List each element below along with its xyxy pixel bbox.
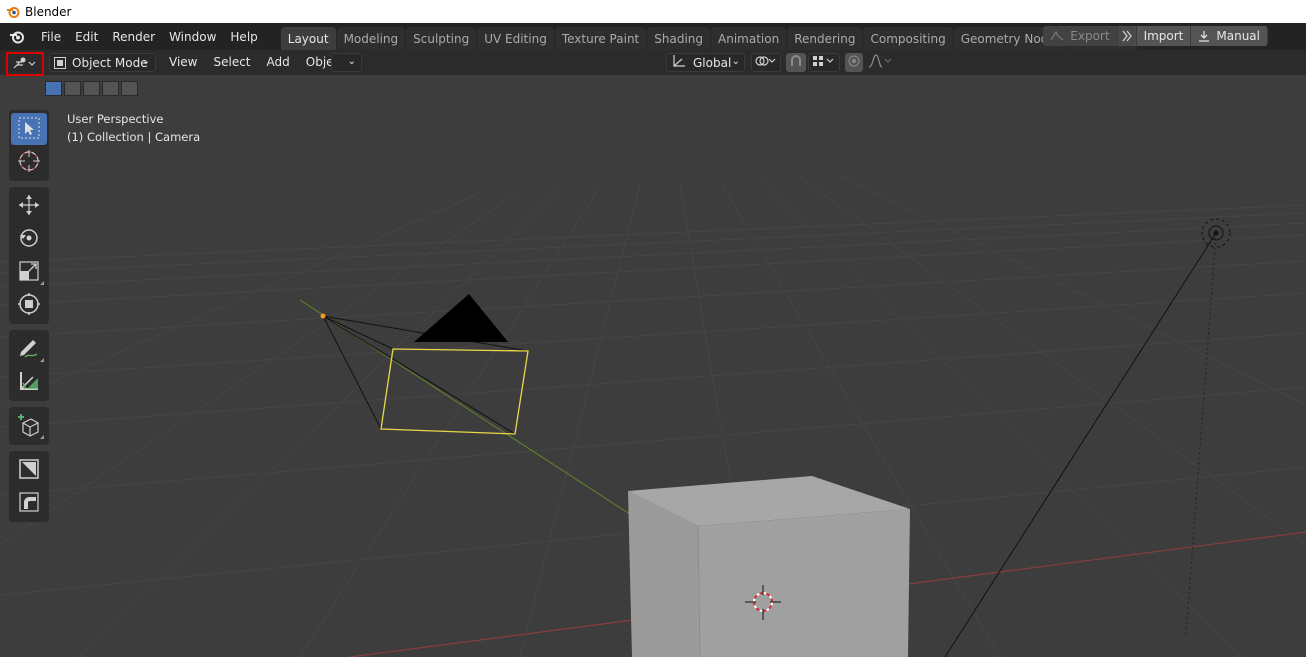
measure-icon bbox=[17, 369, 41, 396]
perspective-label: User Perspective bbox=[67, 112, 164, 126]
scale-tool[interactable] bbox=[11, 256, 47, 288]
snap-toggle[interactable] bbox=[786, 53, 806, 72]
window-titlebar: Blender bbox=[0, 0, 1306, 23]
scale-cage-tool[interactable] bbox=[11, 454, 47, 486]
mode-select[interactable]: Object Mode ⌄ bbox=[49, 53, 156, 72]
add-cube-icon bbox=[17, 413, 41, 440]
chevron-down-icon: ⌄ bbox=[141, 56, 150, 67]
import-arrow-icon bbox=[1117, 26, 1137, 46]
magnet-icon bbox=[789, 54, 803, 71]
select-menu[interactable]: Select bbox=[205, 53, 258, 72]
export-label: Export bbox=[1070, 29, 1110, 43]
select-subtract-icon[interactable] bbox=[83, 81, 100, 96]
export-button[interactable]: Export bbox=[1043, 26, 1118, 46]
import-label: Import bbox=[1143, 29, 1184, 43]
tab-sculpting[interactable]: Sculpting bbox=[406, 27, 477, 50]
download-icon bbox=[1198, 30, 1210, 42]
grid-snap-icon bbox=[811, 54, 837, 71]
shear-tool[interactable] bbox=[11, 487, 47, 519]
light-ground-line bbox=[1185, 232, 1217, 636]
add-menu[interactable]: Add bbox=[259, 53, 298, 72]
3d-viewport-icon bbox=[12, 56, 38, 73]
tab-shading[interactable]: Shading bbox=[647, 27, 710, 50]
falloff-button[interactable] bbox=[866, 53, 894, 72]
transform-orientation-select[interactable]: Global ⌄ bbox=[666, 53, 745, 72]
chevron-down-icon: ⌄ bbox=[347, 56, 356, 67]
transform-icon bbox=[17, 292, 41, 319]
menu-file[interactable]: File bbox=[34, 26, 68, 48]
tool-shelf bbox=[9, 110, 49, 528]
select-new-icon[interactable] bbox=[45, 81, 62, 96]
add-cube-tool[interactable] bbox=[11, 410, 47, 442]
transform-tool[interactable] bbox=[11, 289, 47, 321]
measure-tool[interactable] bbox=[11, 366, 47, 398]
top-menu-bar: File Edit Render Window Help Layout Mode… bbox=[0, 23, 1306, 50]
rotate-icon bbox=[17, 226, 41, 253]
export-icon bbox=[1050, 30, 1064, 42]
move-icon bbox=[17, 193, 41, 220]
tab-rendering[interactable]: Rendering bbox=[787, 27, 863, 50]
default-cube[interactable] bbox=[628, 476, 910, 657]
selection-mode-row bbox=[45, 81, 138, 96]
select-intersect-icon[interactable] bbox=[121, 81, 138, 96]
tab-uv-editing[interactable]: UV Editing bbox=[477, 27, 554, 50]
pivot-point-button[interactable] bbox=[751, 53, 781, 72]
tab-texture-paint[interactable]: Texture Paint bbox=[554, 27, 647, 50]
tab-layout[interactable]: Layout bbox=[280, 27, 336, 50]
pivot-icon bbox=[754, 54, 778, 71]
orientation-icon bbox=[671, 54, 687, 71]
annotate-tool[interactable] bbox=[11, 333, 47, 365]
light-direction-line bbox=[944, 232, 1217, 657]
cursor-tool[interactable] bbox=[11, 146, 47, 178]
viewport-header: Object Mode ⌄ View Select Add Object ⌄ G… bbox=[0, 50, 1306, 76]
menu-edit[interactable]: Edit bbox=[68, 26, 105, 48]
select-box-tool[interactable] bbox=[11, 113, 47, 145]
collection-label: (1) Collection | Camera bbox=[67, 130, 201, 144]
tab-compositing[interactable]: Compositing bbox=[863, 27, 953, 50]
blender-logo-icon bbox=[6, 5, 20, 19]
select-box-icon bbox=[17, 116, 41, 143]
falloff-icon bbox=[867, 54, 893, 71]
camera-object[interactable] bbox=[320, 294, 529, 435]
snap-target-button[interactable] bbox=[808, 53, 840, 72]
object-mode-icon bbox=[54, 56, 66, 69]
manual-label: Manual bbox=[1216, 29, 1260, 43]
move-tool[interactable] bbox=[11, 190, 47, 222]
chevron-down-icon: ⌄ bbox=[731, 56, 740, 67]
annotate-icon bbox=[17, 336, 41, 363]
orientation-label: Global bbox=[693, 55, 732, 70]
scale-cage-icon bbox=[17, 457, 41, 484]
viewport-scene[interactable] bbox=[0, 75, 1306, 657]
cursor-icon bbox=[17, 149, 41, 176]
select-extend-icon[interactable] bbox=[64, 81, 81, 96]
rotate-tool[interactable] bbox=[11, 223, 47, 255]
tab-modeling[interactable]: Modeling bbox=[336, 27, 406, 50]
object-dropdown[interactable]: ⌄ bbox=[331, 53, 362, 72]
tab-animation[interactable]: Animation bbox=[711, 27, 787, 50]
scale-icon bbox=[17, 259, 41, 286]
3d-viewport[interactable] bbox=[0, 75, 1306, 657]
menu-help[interactable]: Help bbox=[223, 26, 264, 48]
viewport-info: User Perspective (1) Collection | Camera bbox=[67, 110, 200, 146]
proportional-edit-toggle[interactable] bbox=[845, 53, 863, 72]
window-title: Blender bbox=[25, 4, 72, 19]
light-icon[interactable] bbox=[1201, 218, 1231, 248]
editor-type-button[interactable] bbox=[6, 52, 44, 76]
manual-button[interactable]: Manual bbox=[1191, 26, 1268, 46]
mode-label: Object Mode bbox=[72, 55, 148, 70]
proportional-edit-icon bbox=[848, 55, 860, 70]
select-invert-icon[interactable] bbox=[102, 81, 119, 96]
menu-render[interactable]: Render bbox=[105, 26, 162, 48]
blender-menu-icon[interactable] bbox=[6, 26, 28, 48]
menu-window[interactable]: Window bbox=[162, 26, 223, 48]
view-menu[interactable]: View bbox=[161, 53, 205, 72]
import-button[interactable]: Import bbox=[1136, 26, 1192, 46]
shear-icon bbox=[17, 490, 41, 517]
